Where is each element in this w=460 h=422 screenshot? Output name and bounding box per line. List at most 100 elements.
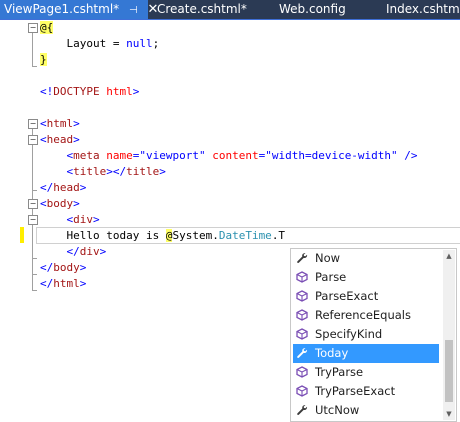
markup-bracket: > (93, 213, 100, 226)
completion-item-utcnow[interactable]: UtcNow (293, 401, 439, 420)
markup-bracket: < (40, 165, 74, 178)
completion-label: TryParseExact (315, 384, 396, 398)
completion-item-referenceequals[interactable]: ReferenceEquals (293, 306, 439, 325)
attribute-name: content (212, 149, 259, 162)
completion-label: UtcNow (315, 403, 360, 417)
markup-bracket: > (159, 165, 166, 178)
tag-name: head (53, 181, 80, 194)
scroll-down-icon[interactable]: ▼ (443, 408, 455, 420)
code-line: <head> (0, 132, 80, 148)
scroll-thumb[interactable] (445, 340, 453, 402)
tab-index[interactable]: Index.cshtml (382, 0, 460, 19)
markup-bracket: </ (40, 277, 54, 290)
code-text: Layout = (40, 37, 127, 50)
method-cube-icon (295, 309, 308, 322)
markup-bracket: > (79, 181, 87, 194)
completion-label: TryParse (315, 365, 364, 379)
wrench-icon (295, 252, 308, 265)
code-line: <html> (0, 116, 80, 132)
code-line: </head> (0, 180, 86, 196)
markup-bracket: > (99, 245, 107, 258)
completion-label: Today (315, 346, 349, 360)
code-line: </body> (0, 260, 86, 276)
tab-label: Index.cshtml (386, 2, 460, 16)
razor-block-close: } (40, 53, 47, 66)
razor-block-open: @{ (40, 21, 54, 34)
tab-viewpage1[interactable]: ViewPage1.cshtml* ⊣ ✕ (0, 0, 158, 20)
completion-item-parseexact[interactable]: ParseExact (293, 287, 439, 306)
keyword: null (126, 37, 153, 50)
tag-name: div (79, 245, 100, 258)
completion-item-specifykind[interactable]: SpecifyKind (293, 325, 439, 344)
intellisense-completion-list[interactable]: Now Parse ParseExact ReferenceEquals Spe… (290, 248, 457, 422)
code-text: .T (271, 229, 286, 242)
markup-bracket: > (79, 277, 87, 290)
markup-bracket: < (40, 197, 47, 210)
method-cube-icon (295, 290, 308, 303)
markup-bracket: > (73, 133, 80, 146)
code-line: Layout = null; (0, 36, 159, 52)
code-line: @{ (0, 20, 54, 36)
tag-name: title (126, 165, 160, 178)
code-line: Hello today is @System.DateTime.T (0, 228, 285, 244)
completion-label: ReferenceEquals (315, 308, 411, 322)
attribute-value: "viewport" (139, 149, 206, 162)
code-text: Hello today is (40, 229, 166, 242)
code-line: <body> (0, 196, 80, 212)
markup-bracket: </ (40, 245, 80, 258)
doctype-value: html (106, 85, 133, 98)
completion-item-now[interactable]: Now (293, 249, 439, 268)
pin-icon[interactable]: ⊣ (129, 1, 138, 20)
method-cube-icon (295, 366, 308, 379)
code-line: </div> (0, 244, 106, 260)
document-tab-strip: ViewPage1.cshtml* ⊣ ✕ Create.cshtml* Web… (0, 0, 460, 20)
markup-bracket: < (40, 133, 47, 146)
completion-item-tryparseexact[interactable]: TryParseExact (293, 382, 439, 401)
attribute-value: "width=device-width" (265, 149, 398, 162)
markup-bracket: < (40, 149, 74, 162)
markup-bracket: < (40, 213, 74, 226)
tab-label: Web.config (279, 2, 346, 16)
scroll-up-icon[interactable]: ▲ (443, 250, 455, 262)
tab-create[interactable]: Create.cshtml* (153, 0, 247, 19)
tag-name: meta (73, 149, 100, 162)
code-text: ; (152, 37, 160, 50)
tab-label: ViewPage1.cshtml* (4, 2, 120, 16)
tag-name: title (73, 165, 107, 178)
markup-bracket: < (40, 117, 47, 130)
tab-web-config[interactable]: Web.config (275, 0, 346, 19)
code-line: <!DOCTYPE html> (0, 84, 139, 100)
method-cube-icon (295, 328, 308, 341)
markup-bracket: ></ (106, 165, 127, 178)
completion-item-tryparse[interactable]: TryParse (293, 363, 439, 382)
completion-item-parse[interactable]: Parse (293, 268, 439, 287)
completion-label: SpecifyKind (315, 327, 383, 341)
completion-label: Parse (315, 270, 347, 284)
markup-bracket: /> (397, 149, 418, 162)
markup-bracket: > (132, 85, 140, 98)
code-line: <meta name="viewport" content="width=dev… (0, 148, 417, 164)
tag-name: body (46, 197, 74, 210)
attribute-name: name (106, 149, 133, 162)
code-line: <title></title> (0, 164, 165, 180)
method-cube-icon (295, 385, 308, 398)
tag-name: html (46, 117, 74, 130)
markup-bracket: <! (40, 85, 54, 98)
type-name: DateTime (218, 229, 272, 242)
method-cube-icon (295, 271, 308, 284)
markup-bracket: > (73, 197, 80, 210)
wrench-icon (295, 404, 308, 417)
completion-label: Now (315, 251, 341, 265)
tag-name: head (46, 133, 74, 146)
code-text: System. (172, 229, 219, 242)
completion-scrollbar[interactable]: ▲ ▼ (443, 250, 455, 420)
code-line: </html> (0, 276, 86, 292)
markup-bracket: > (79, 261, 87, 274)
completion-label: ParseExact (315, 289, 379, 303)
markup-bracket: </ (40, 261, 54, 274)
completion-item-today[interactable]: Today (293, 344, 439, 363)
code-line: } (0, 52, 47, 68)
tag-name: body (53, 261, 80, 274)
tag-name: div (73, 213, 93, 226)
code-line: <div> (0, 212, 99, 228)
